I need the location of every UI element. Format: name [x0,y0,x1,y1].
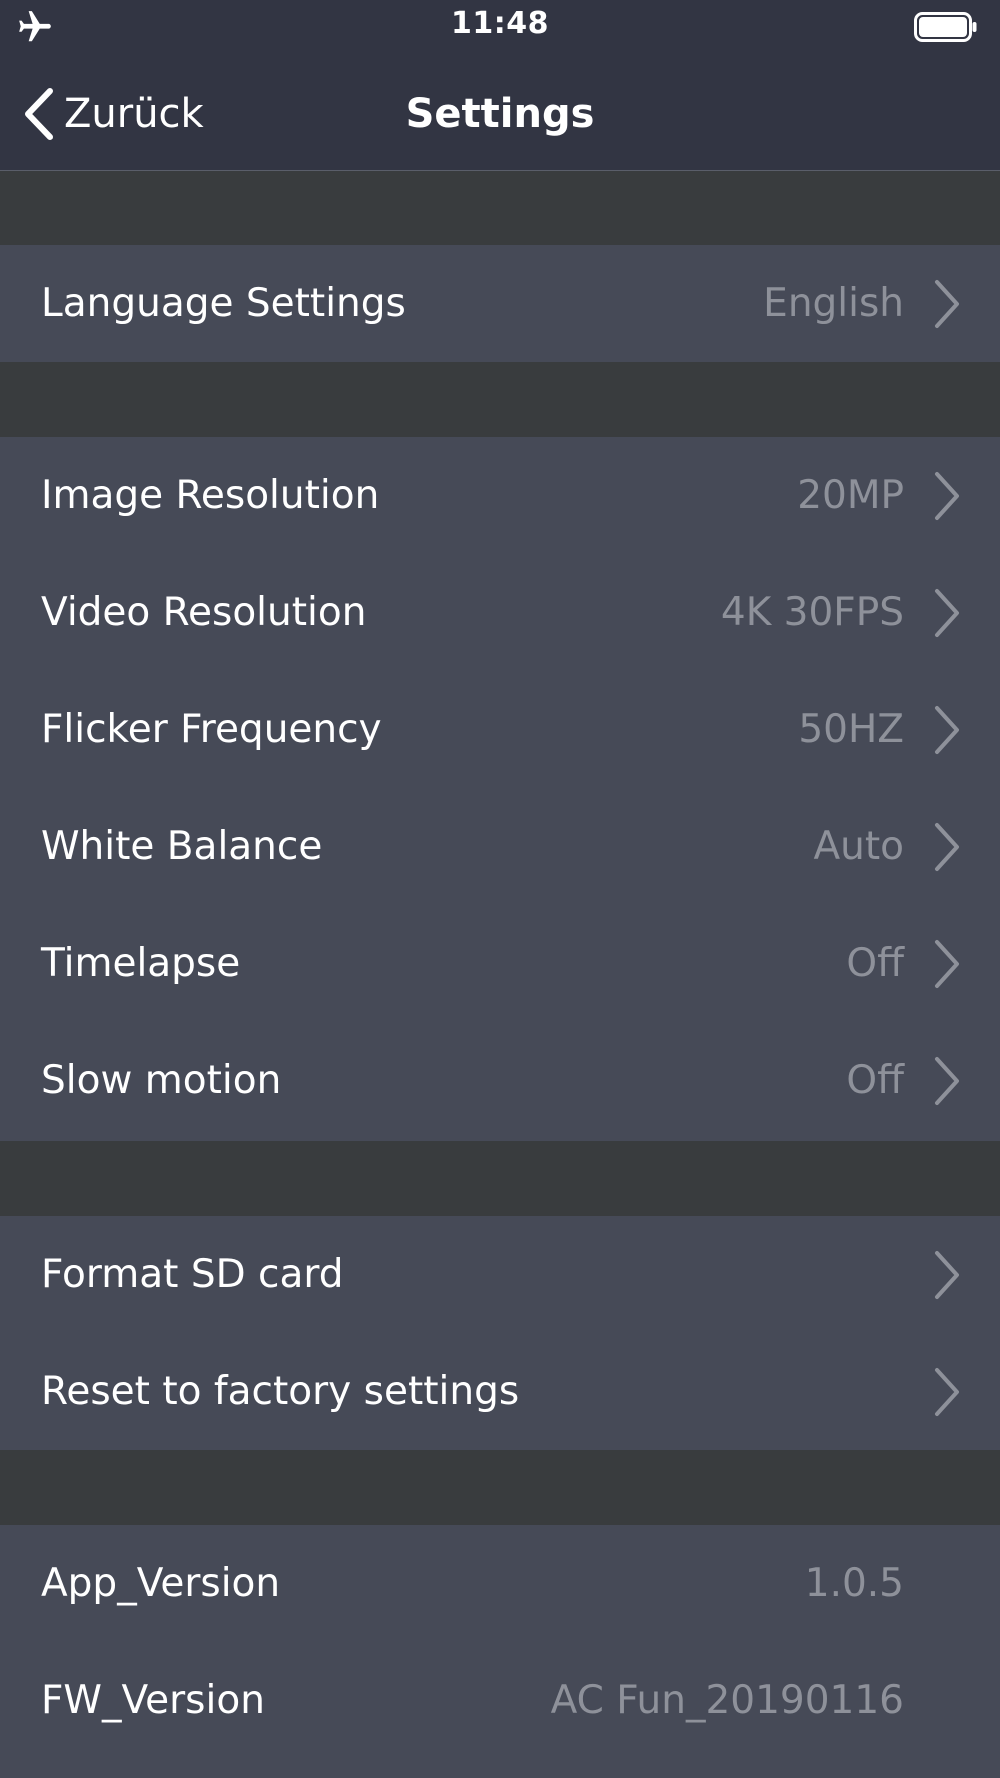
row-value: Off [846,1058,904,1103]
row-label: Flicker Frequency [41,707,382,752]
settings-row-app-version: App_Version 1.0.5 [0,1525,1000,1642]
row-value: 4K 30FPS [720,590,904,635]
chevron-right-icon [935,1250,959,1299]
row-value: 1.0.5 [804,1561,904,1606]
status-time: 11:48 [451,6,549,41]
chevron-right-icon [935,279,959,328]
battery-fill [919,17,967,37]
row-label: App_Version [41,1561,281,1606]
settings-row-video-resolution[interactable]: Video Resolution 4K 30FPS [0,554,1000,671]
row-label: Language Settings [41,281,406,326]
row-value: 50HZ [798,707,904,752]
section-language: Language Settings English [0,245,1000,362]
settings-row-flicker-frequency[interactable]: Flicker Frequency 50HZ [0,671,1000,788]
row-label: Image Resolution [41,473,380,518]
row-value: English [763,281,904,326]
chevron-right-icon [935,939,959,988]
row-value: Auto [813,824,904,869]
section-storage: Format SD card Reset to factory settings [0,1216,1000,1450]
row-label: White Balance [41,824,323,869]
settings-row-image-resolution[interactable]: Image Resolution 20MP [0,437,1000,554]
chevron-right-icon [935,822,959,871]
battery-icon [914,12,977,42]
section-spacer [0,362,1000,437]
settings-row-white-balance[interactable]: White Balance Auto [0,788,1000,905]
settings-row-language[interactable]: Language Settings English [0,245,1000,362]
chevron-right-icon [935,471,959,520]
settings-row-fw-version: FW_Version AC Fun_20190116 [0,1642,1000,1759]
row-label: Reset to factory settings [41,1369,520,1414]
section-version: App_Version 1.0.5 FW_Version AC Fun_2019… [0,1525,1000,1778]
row-value: AC Fun_20190116 [550,1678,904,1723]
section-spacer [0,1450,1000,1525]
section-spacer [0,171,1000,245]
row-label: Video Resolution [41,590,367,635]
section-camera: Image Resolution 20MP Video Resolution 4… [0,437,1000,1141]
row-label: Format SD card [41,1252,344,1297]
chevron-right-icon [935,705,959,754]
page-title: Settings [405,91,595,137]
settings-row-format-sd-card[interactable]: Format SD card [0,1216,1000,1333]
chevron-right-icon [935,1056,959,1105]
row-value: Off [846,941,904,986]
status-bar: 11:48 [0,0,1000,56]
row-label: FW_Version [41,1678,265,1723]
settings-row-slow-motion[interactable]: Slow motion Off [0,1022,1000,1139]
chevron-right-icon [935,1367,959,1416]
row-label: Slow motion [41,1058,282,1103]
settings-row-timelapse[interactable]: Timelapse Off [0,905,1000,1022]
chevron-right-icon [935,588,959,637]
row-value: 20MP [797,473,904,518]
navigation-bar: Zurück Settings [0,56,1000,171]
section-spacer [0,1141,1000,1216]
row-label: Timelapse [41,941,241,986]
settings-row-reset-factory[interactable]: Reset to factory settings [0,1333,1000,1450]
